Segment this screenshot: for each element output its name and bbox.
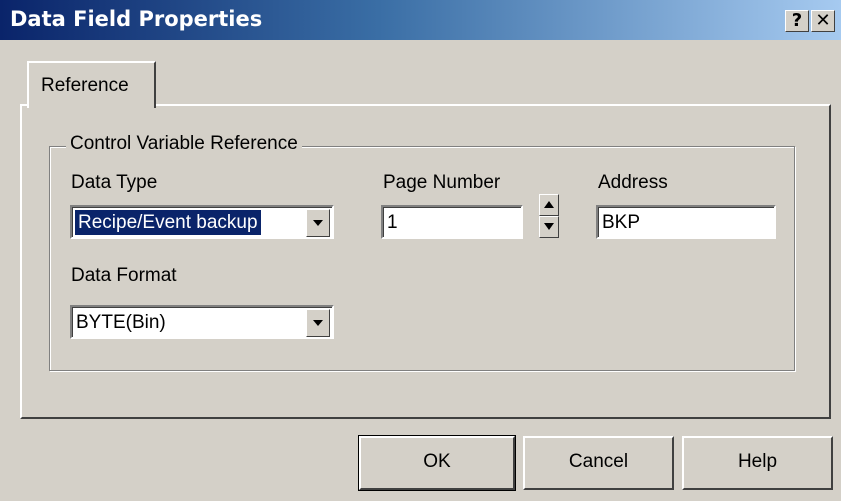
page-number-input[interactable]: 1 bbox=[381, 205, 523, 239]
tab-reference[interactable]: Reference bbox=[27, 61, 156, 108]
help-button[interactable]: Help bbox=[682, 436, 833, 490]
address-label: Address bbox=[598, 172, 668, 193]
page-number-label: Page Number bbox=[383, 172, 501, 193]
ok-button[interactable]: OK bbox=[358, 435, 516, 491]
spin-up-icon[interactable] bbox=[539, 194, 559, 216]
title-bar[interactable]: Data Field Properties ? ✕ bbox=[0, 0, 841, 40]
data-format-select[interactable]: BYTE(Bin) bbox=[70, 305, 334, 339]
data-type-value: Recipe/Event backup bbox=[75, 210, 261, 235]
data-type-select[interactable]: Recipe/Event backup bbox=[70, 205, 334, 239]
address-value: BKP bbox=[602, 212, 641, 233]
data-format-value: BYTE(Bin) bbox=[76, 312, 166, 333]
group-title: Control Variable Reference bbox=[66, 133, 302, 155]
page-number-spinner[interactable] bbox=[539, 194, 559, 238]
spin-down-icon[interactable] bbox=[539, 216, 559, 238]
page-number-value: 1 bbox=[387, 212, 398, 233]
address-input[interactable]: BKP bbox=[596, 205, 776, 239]
tab-reference-label: Reference bbox=[41, 75, 129, 96]
data-type-dropdown-icon[interactable] bbox=[306, 209, 330, 237]
close-button[interactable]: ✕ bbox=[811, 10, 835, 32]
help-title-button[interactable]: ? bbox=[785, 10, 809, 32]
window-title: Data Field Properties bbox=[10, 7, 263, 31]
data-type-label: Data Type bbox=[71, 172, 158, 193]
cancel-button[interactable]: Cancel bbox=[523, 436, 674, 490]
data-format-dropdown-icon[interactable] bbox=[306, 309, 330, 337]
data-format-label: Data Format bbox=[71, 265, 177, 286]
